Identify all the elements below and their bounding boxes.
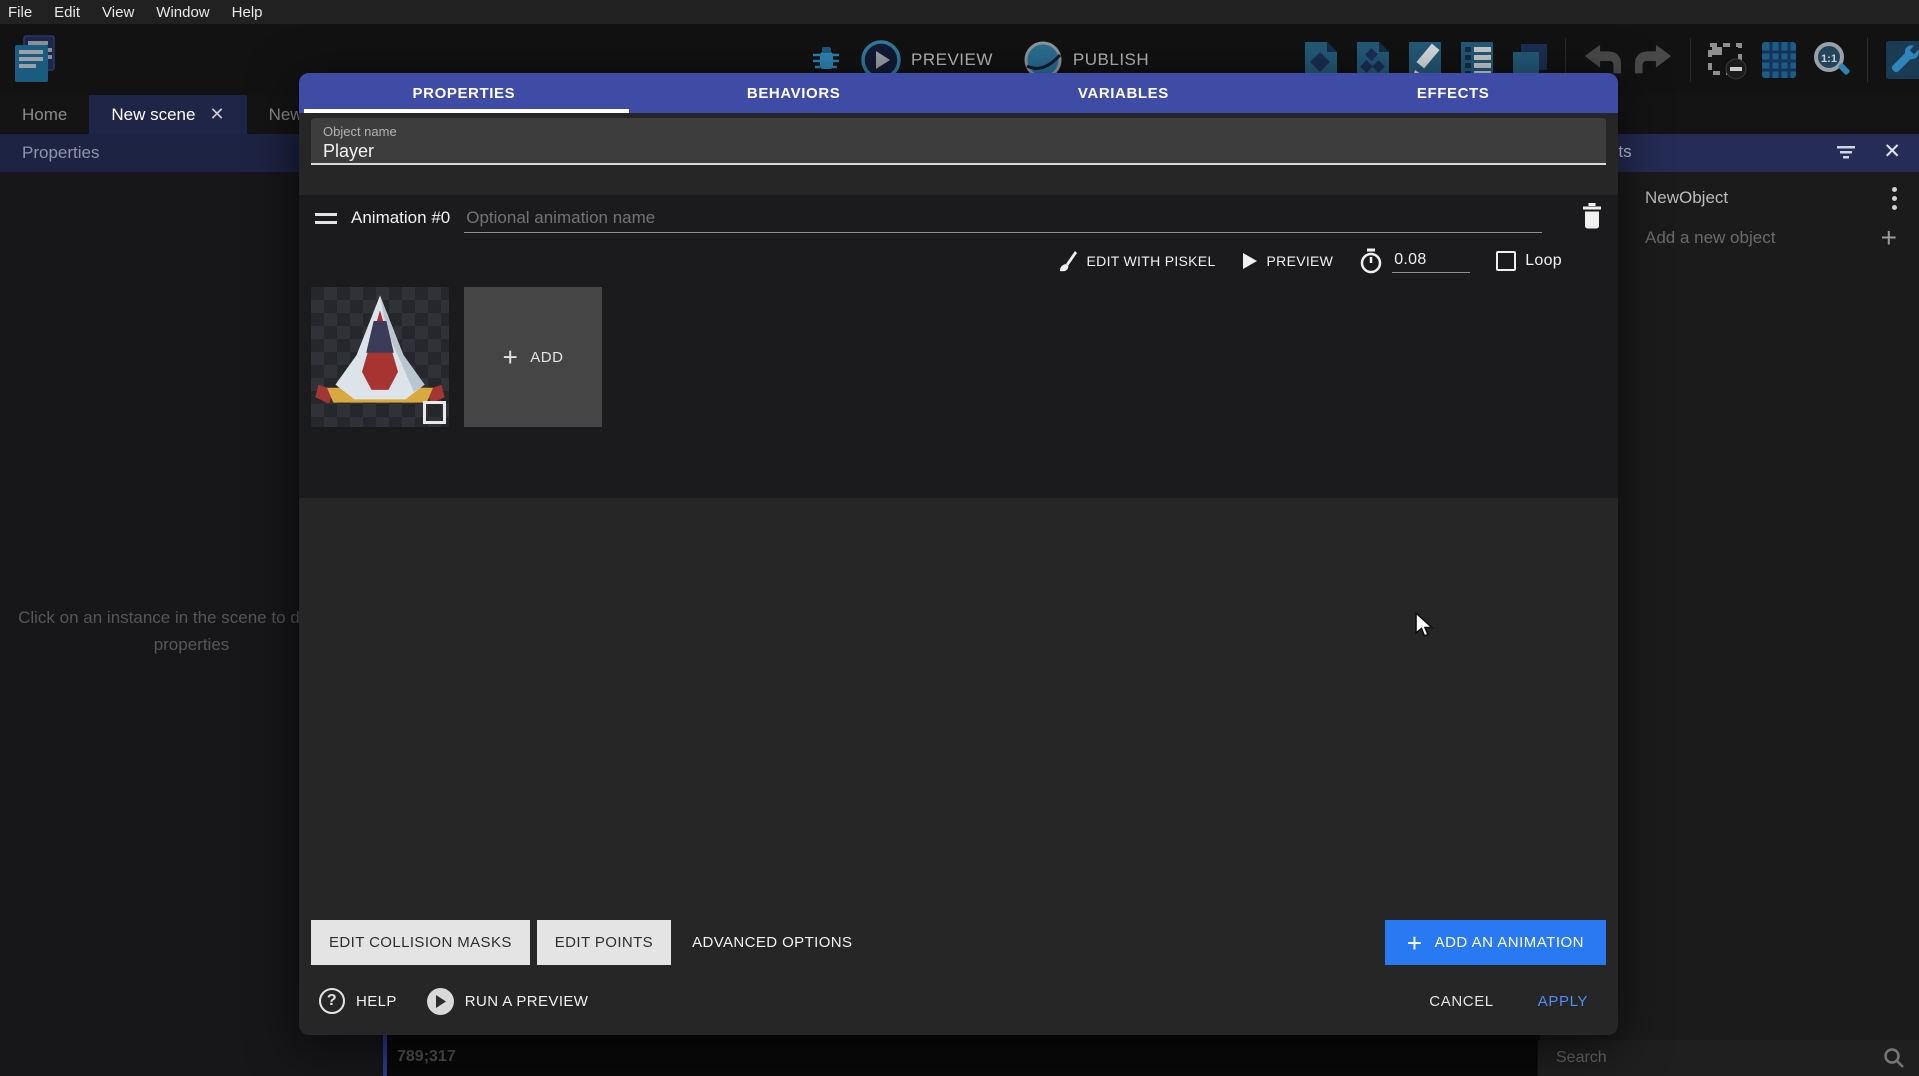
animation-title: Animation #0 (351, 208, 450, 228)
play-icon (1242, 252, 1258, 270)
preview-label: PREVIEW (911, 50, 993, 70)
gdevelop-app: File Edit View Window Help (0, 0, 1919, 1076)
tab-variables[interactable]: VARIABLES (959, 73, 1289, 113)
search-input[interactable] (1556, 1049, 1883, 1067)
toolbar-separator (1867, 38, 1868, 82)
loop-toggle[interactable]: Loop (1496, 251, 1562, 271)
plus-icon: + (503, 346, 519, 368)
tab-properties[interactable]: PROPERTIES (299, 73, 629, 113)
animation-controls: EDIT WITH PISKEL PREVIEW 0.08 (299, 241, 1618, 281)
cursor-coordinates: 789;317 (397, 1048, 456, 1066)
object-name-label: Object name (323, 124, 1594, 139)
cancel-button[interactable]: CANCEL (1429, 993, 1493, 1010)
dialog-actions: EDIT COLLISION MASKS EDIT POINTS ADVANCE… (311, 920, 1606, 965)
run-a-preview-button[interactable]: RUN A PREVIEW (427, 988, 589, 1015)
svg-text:1:1: 1:1 (1821, 53, 1837, 65)
menu-file[interactable]: File (8, 4, 32, 21)
menu-help[interactable]: Help (232, 4, 263, 21)
frame-selection-square (423, 401, 446, 424)
object-name-field[interactable]: Object name (311, 118, 1606, 165)
run-preview-icon (427, 988, 454, 1015)
redo-icon[interactable] (1633, 37, 1675, 83)
dialog-tab-bar: PROPERTIES BEHAVIORS VARIABLES EFFECTS (299, 73, 1618, 113)
publish-label: PUBLISH (1073, 50, 1149, 70)
menu-edit[interactable]: Edit (54, 4, 80, 21)
preview-animation-button[interactable]: PREVIEW (1242, 252, 1334, 270)
advanced-options-button[interactable]: ADVANCED OPTIONS (678, 920, 866, 965)
project-manager-icon[interactable] (8, 32, 60, 88)
close-panel-icon[interactable]: ✕ (1883, 139, 1901, 164)
selection-mask-icon[interactable] (1706, 37, 1748, 83)
edit-with-piskel-button[interactable]: EDIT WITH PISKEL (1058, 249, 1216, 273)
frames-row: + ADD (299, 281, 1618, 427)
apply-button[interactable]: APPLY (1538, 993, 1588, 1010)
edit-points-button[interactable]: EDIT POINTS (537, 920, 671, 965)
filter-icon[interactable] (1836, 144, 1856, 165)
help-icon: ? (319, 988, 345, 1014)
dialog-footer: ? HELP RUN A PREVIEW CANCEL APPLY (319, 981, 1588, 1021)
object-list-item[interactable]: NewObject (1618, 180, 1919, 216)
menu-view[interactable]: View (102, 4, 134, 21)
animation-card: Animation #0 EDIT WITH PISKEL (299, 195, 1618, 498)
search-icon (1883, 1047, 1905, 1069)
object-editor-dialog: PROPERTIES BEHAVIORS VARIABLES EFFECTS O… (299, 73, 1618, 1035)
add-new-object-row[interactable]: Add a new object + (1618, 220, 1919, 256)
frame-thumbnail[interactable] (311, 287, 449, 427)
tab-home[interactable]: Home (0, 95, 89, 134)
tab-behaviors[interactable]: BEHAVIORS (629, 73, 959, 113)
menu-window[interactable]: Window (156, 4, 209, 21)
plus-icon: + (1407, 933, 1423, 953)
selected-tab-indicator (304, 109, 629, 113)
zoom-ratio-icon[interactable]: 1:1 (1810, 37, 1852, 83)
tab-effects[interactable]: EFFECTS (1288, 73, 1618, 113)
time-per-frame-value[interactable]: 0.08 (1392, 249, 1470, 273)
tab-new-scene[interactable]: New scene ✕ (89, 95, 246, 134)
animation-name-input[interactable] (464, 204, 1542, 233)
stopwatch-icon (1359, 248, 1383, 274)
menu-bar: File Edit View Window Help (0, 0, 1919, 24)
drag-handle-icon[interactable] (315, 213, 337, 224)
object-menu-icon[interactable] (1892, 187, 1897, 210)
trash-icon (1582, 203, 1602, 229)
add-frame-button[interactable]: + ADD (464, 287, 602, 427)
grid-icon[interactable] (1758, 37, 1800, 83)
search-bar (1537, 1040, 1919, 1076)
animation-header: Animation #0 (299, 195, 1618, 241)
brush-icon (1058, 249, 1078, 273)
object-name-input[interactable] (323, 141, 1594, 162)
close-tab-icon[interactable]: ✕ (209, 104, 224, 125)
add-object-icon[interactable]: + (1881, 228, 1897, 248)
status-bar: 789;317 (387, 1040, 1537, 1076)
settings-wrench-icon[interactable] (1883, 37, 1919, 83)
add-an-animation-button[interactable]: + ADD AN ANIMATION (1385, 920, 1606, 965)
time-per-frame-field[interactable]: 0.08 (1359, 248, 1470, 274)
toolbar-separator (1690, 38, 1691, 82)
loop-checkbox[interactable] (1496, 251, 1516, 271)
help-button[interactable]: ? HELP (319, 988, 397, 1014)
mouse-cursor (1415, 612, 1437, 638)
edit-collision-masks-button[interactable]: EDIT COLLISION MASKS (311, 920, 530, 965)
delete-animation-button[interactable] (1582, 203, 1602, 234)
